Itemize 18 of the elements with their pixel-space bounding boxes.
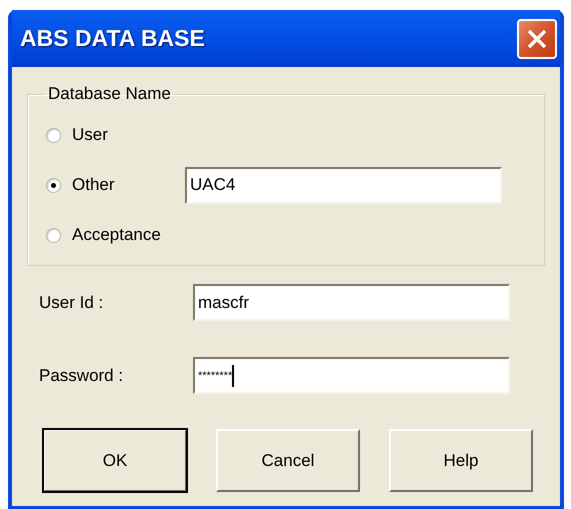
- radio-option[interactable]: User: [46, 125, 185, 145]
- field-label: Password :: [39, 366, 124, 386]
- radio-button[interactable]: [46, 178, 61, 192]
- dialog-button[interactable]: OK: [43, 429, 187, 492]
- close-icon: [526, 28, 548, 50]
- group-label: Database Name: [47, 84, 172, 104]
- dialog-button[interactable]: Cancel: [216, 429, 360, 492]
- radio-button[interactable]: [46, 128, 61, 142]
- close-button[interactable]: [517, 18, 557, 58]
- input-field[interactable]: mascfr: [193, 284, 510, 321]
- radio-button[interactable]: [46, 228, 61, 242]
- password-field[interactable]: ********: [193, 357, 510, 394]
- dialog-button[interactable]: Help: [389, 429, 533, 492]
- radio-option[interactable]: Acceptance: [46, 225, 185, 245]
- field-label: User Id :: [39, 292, 104, 312]
- radio-option[interactable]: Other: [46, 175, 185, 195]
- window-title: ABS DATA BASE: [20, 25, 205, 52]
- input-field[interactable]: UAC4: [185, 166, 502, 204]
